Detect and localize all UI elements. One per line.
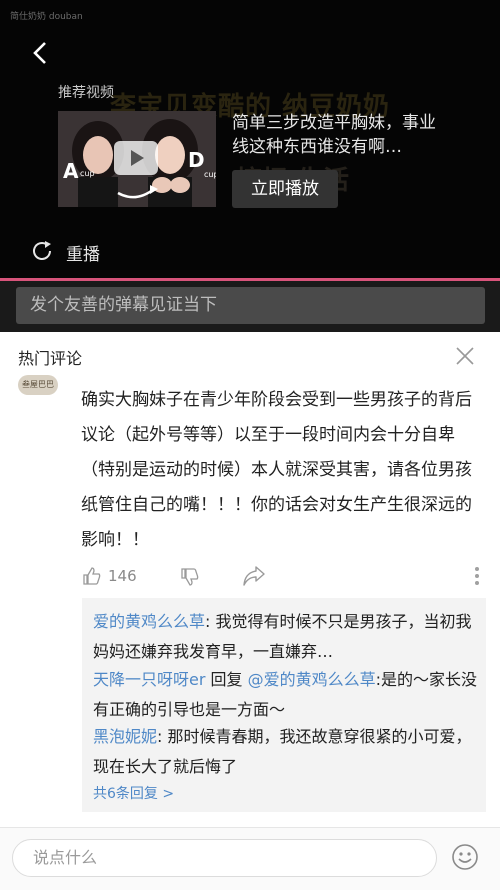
play-now-button[interactable]: 立即播放 (232, 170, 338, 208)
danmaku-input[interactable]: 发个友善的弹幕见证当下 (16, 287, 485, 324)
emoji-icon[interactable] (451, 843, 479, 871)
watermark: 简仕奶奶 douban (10, 12, 83, 22)
dislike-icon[interactable] (180, 567, 200, 587)
recommended-video-title[interactable]: 简单三步改造平胸妹，事业线这种东西谁没有啊… (232, 111, 452, 159)
main-comment-text: 确实大胸妹子在青少年阶段会受到一些男孩子的背后议论（起外号等等）以至于一段时间内… (81, 390, 472, 550)
thumb-cup-d-sub: cup (204, 170, 216, 179)
thumb-cup-a: A (63, 159, 79, 183)
share-icon[interactable] (242, 565, 266, 587)
reply-username[interactable]: 黑泡妮妮 (93, 727, 157, 746)
comment-input[interactable]: 说点什么 (12, 839, 437, 877)
reply-username[interactable]: 爱的黄鸡么么草 (93, 612, 205, 631)
avatar-text: 叁屋巴巴 (22, 380, 54, 389)
reply-keyword: 回复 (205, 670, 248, 689)
reply-separator: : (205, 612, 216, 631)
reply-separator: : (157, 727, 168, 746)
back-icon[interactable] (26, 38, 56, 68)
avatar[interactable]: 叁屋巴巴 (18, 375, 58, 395)
video-player[interactable]: 简仕奶奶 douban 李宝贝变酷的 纳豆奶奶 搞怪 生活 推荐视频 A cup… (0, 0, 500, 280)
replay-button[interactable]: 重播 (66, 240, 100, 265)
thumb-cup-d: D (188, 148, 205, 172)
more-icon[interactable] (474, 565, 480, 587)
reply-target-username[interactable]: @爱的黄鸡么么草 (248, 670, 376, 689)
reply-item[interactable]: 黑泡妮妮: 那时候青春期，我还故意穿很紧的小可爱，现在长大了就后悔了 (93, 722, 478, 782)
recommend-label: 推荐视频 (58, 85, 114, 101)
thumb-cup-a-sub: cup (80, 169, 95, 178)
hot-comments-title: 热门评论 (18, 349, 83, 368)
close-icon[interactable] (454, 345, 476, 367)
like-count: 146 (108, 567, 137, 585)
reply-item[interactable]: 天降一只呀呀er 回复 @爱的黄鸡么么草:是的～家长没有正确的引导也是一方面～ (93, 665, 478, 725)
reply-item[interactable]: 爱的黄鸡么么草: 我觉得有时候不只是男孩子，当初我妈妈还嫌弃我发育早，一直嫌弃… (93, 607, 478, 667)
more-replies-link[interactable]: 共6条回复 > (93, 783, 174, 803)
recommended-video-thumbnail[interactable]: A cup D cup (58, 111, 216, 207)
reply-username[interactable]: 天降一只呀呀er (93, 670, 205, 689)
like-icon[interactable] (82, 566, 102, 586)
play-icon (114, 141, 158, 175)
replay-icon[interactable] (30, 239, 54, 263)
replies-box: 爱的黄鸡么么草: 我觉得有时候不只是男孩子，当初我妈妈还嫌弃我发育早，一直嫌弃…… (82, 598, 486, 812)
